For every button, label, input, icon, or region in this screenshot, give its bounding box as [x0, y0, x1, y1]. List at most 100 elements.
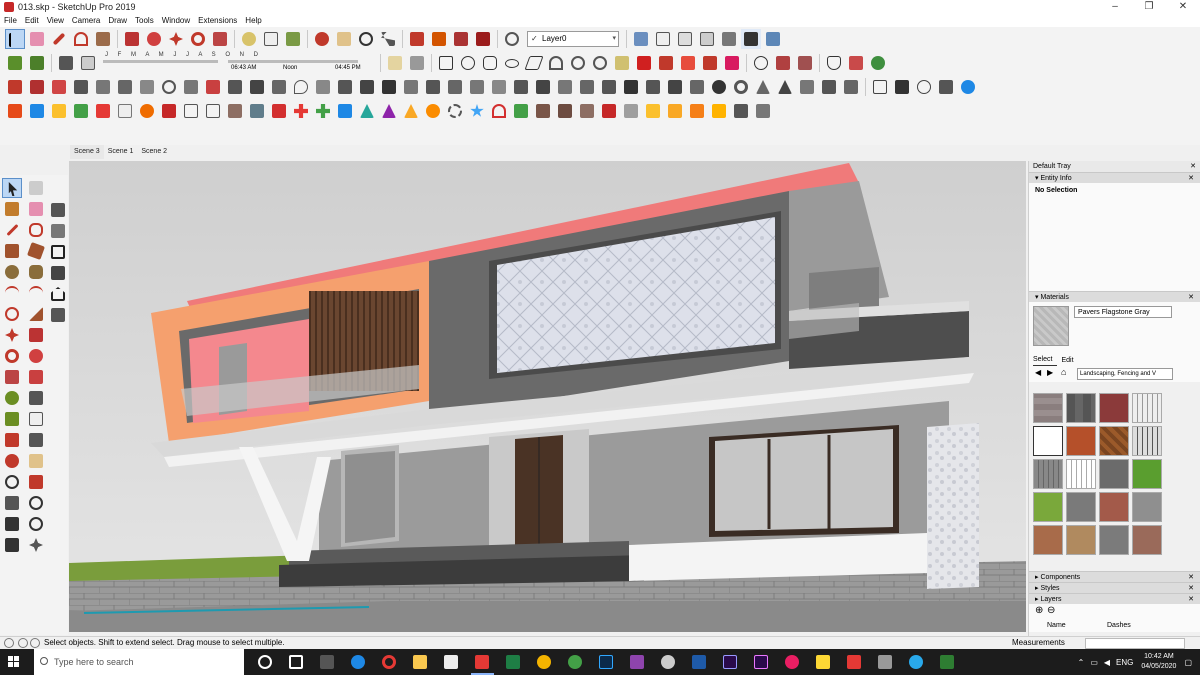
- rotated-rect-icon[interactable]: [26, 241, 46, 261]
- lasso-icon[interactable]: [751, 53, 771, 73]
- shadow-time-slider[interactable]: [228, 60, 358, 63]
- freehand-draw-icon[interactable]: [26, 220, 46, 240]
- measurements-input[interactable]: [1085, 638, 1185, 649]
- drop-icon[interactable]: [291, 77, 311, 97]
- torus-icon[interactable]: [731, 77, 751, 97]
- rotate-red-icon[interactable]: [634, 53, 654, 73]
- polygon-icon[interactable]: [26, 262, 46, 282]
- tab-scene-1[interactable]: Scene 1: [104, 145, 138, 159]
- tab-scene-3[interactable]: Scene 3: [70, 145, 104, 159]
- material-swatch[interactable]: [1132, 492, 1162, 522]
- position-camera-icon[interactable]: [2, 514, 22, 534]
- forward-arrow-icon[interactable]: ▶: [1047, 368, 1053, 377]
- tape-measure-large-icon[interactable]: [2, 388, 22, 408]
- section-icon[interactable]: [26, 535, 46, 555]
- ellipse-icon[interactable]: [502, 53, 522, 73]
- ruby-icon[interactable]: [473, 29, 493, 49]
- paint-bucket-icon[interactable]: [283, 29, 303, 49]
- back-arrow-icon[interactable]: ◀: [1035, 368, 1041, 377]
- plugin-red-icon[interactable]: [93, 101, 113, 121]
- previous-view-icon[interactable]: [26, 493, 46, 513]
- language-indicator[interactable]: ENG: [1116, 658, 1133, 667]
- shaded-textures-icon[interactable]: [763, 29, 783, 49]
- plugin-magnet-icon[interactable]: [489, 101, 509, 121]
- material-swatch[interactable]: [1033, 426, 1063, 456]
- smooth-icon[interactable]: [269, 77, 289, 97]
- model-viewport[interactable]: [69, 161, 1026, 632]
- component-browser-icon[interactable]: [795, 53, 815, 73]
- offset-icon[interactable]: [181, 77, 201, 97]
- axes-icon[interactable]: [2, 430, 22, 450]
- array-icon[interactable]: [335, 77, 355, 97]
- extension-warehouse-icon[interactable]: [429, 29, 449, 49]
- close-icon[interactable]: ✕: [1190, 161, 1196, 172]
- sandbox-icon[interactable]: [5, 53, 25, 73]
- wrap-icon[interactable]: [115, 77, 135, 97]
- roof-icon[interactable]: [533, 77, 553, 97]
- plugin-green-icon[interactable]: [71, 101, 91, 121]
- layout-icon[interactable]: [48, 305, 68, 325]
- tube-icon[interactable]: [819, 77, 839, 97]
- info-icon[interactable]: [4, 638, 14, 648]
- after-effects-icon[interactable]: [715, 649, 746, 675]
- freehand-icon[interactable]: [436, 53, 456, 73]
- material-swatch[interactable]: [1132, 525, 1162, 555]
- volume-icon[interactable]: ◀: [1104, 658, 1110, 667]
- split-icon[interactable]: [467, 77, 487, 97]
- rail-icon[interactable]: [643, 77, 663, 97]
- components-icon[interactable]: [48, 221, 68, 241]
- plugin-tile4-icon[interactable]: [709, 101, 729, 121]
- plugin-green-cross-icon[interactable]: [313, 101, 333, 121]
- layers-header[interactable]: ▸ Layers ✕: [1029, 593, 1200, 604]
- round-corner-icon[interactable]: [203, 77, 223, 97]
- plugin-yellow-icon[interactable]: [49, 101, 69, 121]
- twist-icon[interactable]: [137, 77, 157, 97]
- paint-icon[interactable]: [2, 199, 22, 219]
- push-pull-large-icon[interactable]: [26, 325, 46, 345]
- join-icon[interactable]: [489, 77, 509, 97]
- shield-icon[interactable]: [824, 53, 844, 73]
- plugin-grid-icon[interactable]: [181, 101, 201, 121]
- column-icon[interactable]: [665, 77, 685, 97]
- opera-browser-icon[interactable]: [374, 649, 405, 675]
- house-outline-icon[interactable]: [48, 284, 68, 304]
- look-around-icon[interactable]: [26, 514, 46, 534]
- credits-icon[interactable]: [30, 638, 40, 648]
- left-view-icon[interactable]: [741, 29, 761, 49]
- menu-file[interactable]: File: [4, 16, 17, 25]
- menu-help[interactable]: Help: [245, 16, 261, 25]
- green-doc-icon[interactable]: [932, 649, 963, 675]
- scale-icon[interactable]: [2, 367, 22, 387]
- parallelogram-icon[interactable]: [524, 53, 544, 73]
- plugin-cube-icon[interactable]: [533, 101, 553, 121]
- plugin-gear-icon[interactable]: [445, 101, 465, 121]
- spiral-icon[interactable]: [159, 77, 179, 97]
- move-red-icon[interactable]: [656, 53, 676, 73]
- menu-edit[interactable]: Edit: [25, 16, 39, 25]
- orbit-large-icon[interactable]: [2, 451, 22, 471]
- photoshop-icon[interactable]: [591, 649, 622, 675]
- edge-browser-icon[interactable]: [343, 649, 374, 675]
- zoom-extents-icon[interactable]: [378, 29, 398, 49]
- section-plane-icon[interactable]: [56, 53, 76, 73]
- notification-icon[interactable]: ▢: [1184, 658, 1192, 667]
- plugin-cross-icon[interactable]: [291, 101, 311, 121]
- tab-edit[interactable]: Edit: [1061, 357, 1078, 366]
- menu-camera[interactable]: Camera: [72, 16, 100, 25]
- helix-icon[interactable]: [841, 77, 861, 97]
- beam-icon[interactable]: [687, 77, 707, 97]
- display-section-icon[interactable]: [78, 53, 98, 73]
- iso-view-icon[interactable]: [631, 29, 651, 49]
- menu-draw[interactable]: Draw: [108, 16, 127, 25]
- plugin-cone-icon[interactable]: [357, 101, 377, 121]
- polygon-shape-icon[interactable]: [480, 53, 500, 73]
- network-icon[interactable]: ▭: [1090, 658, 1098, 667]
- telegram-icon[interactable]: [901, 649, 932, 675]
- plugin-chair-icon[interactable]: [225, 101, 245, 121]
- prism-icon[interactable]: [797, 77, 817, 97]
- zoom-icon[interactable]: [356, 29, 376, 49]
- path-tool-icon[interactable]: [71, 77, 91, 97]
- zoom-window-icon[interactable]: [26, 472, 46, 492]
- scale-red-icon[interactable]: [700, 53, 720, 73]
- text-label-icon[interactable]: [26, 409, 46, 429]
